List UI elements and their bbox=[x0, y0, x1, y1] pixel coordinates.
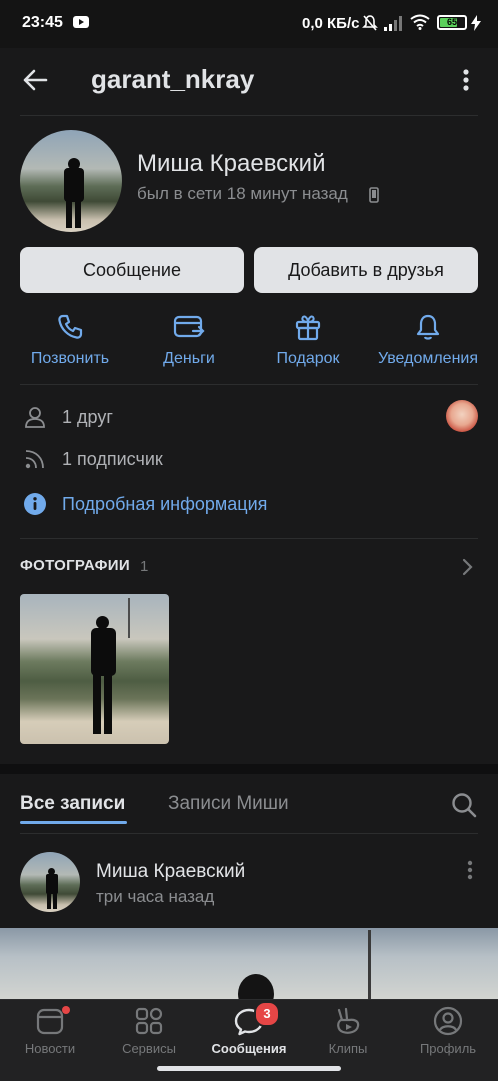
divider bbox=[20, 833, 478, 834]
friend-avatar[interactable] bbox=[446, 400, 478, 432]
divider bbox=[20, 115, 478, 116]
nav-profile[interactable]: Профиль bbox=[398, 1006, 498, 1056]
profile-avatar[interactable] bbox=[20, 130, 122, 232]
bell-icon bbox=[368, 312, 488, 342]
status-time: 23:45 bbox=[22, 14, 63, 31]
tab-own-posts[interactable]: Записи Миши bbox=[168, 793, 289, 815]
post-author-name[interactable]: Миша Краевский bbox=[96, 861, 245, 883]
nav-profile-label: Профиль bbox=[419, 1041, 477, 1056]
active-tab-indicator bbox=[20, 821, 127, 824]
silent-icon bbox=[362, 14, 378, 32]
more-vertical-icon[interactable] bbox=[462, 68, 470, 94]
profile-icon bbox=[398, 1006, 498, 1036]
youtube-notification-icon bbox=[73, 16, 89, 28]
nav-messages-label: Сообщения bbox=[211, 1041, 287, 1056]
wifi-icon bbox=[410, 14, 430, 30]
followers-count: 1 подписчик bbox=[62, 448, 163, 469]
battery-indicator: 65 bbox=[437, 15, 467, 30]
nav-services[interactable]: Сервисы bbox=[99, 1006, 199, 1056]
gift-icon bbox=[248, 312, 368, 342]
details-row[interactable]: Подробная информация bbox=[22, 489, 267, 519]
nav-news[interactable]: Новости bbox=[0, 1006, 100, 1056]
home-indicator[interactable] bbox=[157, 1066, 341, 1071]
nav-services-label: Сервисы bbox=[122, 1041, 176, 1056]
divider bbox=[20, 538, 478, 539]
top-bar: garant_nkray bbox=[0, 48, 498, 112]
money-label: Деньги bbox=[163, 350, 215, 367]
signal-icon bbox=[384, 15, 404, 31]
post-timestamp: три часа назад bbox=[96, 887, 215, 906]
nav-news-label: Новости bbox=[24, 1041, 76, 1056]
post-more-icon[interactable] bbox=[466, 860, 474, 882]
details-link[interactable]: Подробная информация bbox=[62, 494, 267, 515]
call-label: Позвонить bbox=[30, 350, 110, 367]
add-friend-button[interactable]: Добавить в друзья bbox=[254, 247, 478, 293]
rss-icon bbox=[22, 448, 48, 470]
money-action[interactable]: Деньги bbox=[129, 312, 249, 368]
money-card-icon bbox=[129, 312, 249, 342]
call-action[interactable]: Позвонить bbox=[10, 312, 130, 368]
search-icon[interactable] bbox=[451, 792, 477, 818]
network-speed: 0,0 КБ/с bbox=[302, 15, 360, 32]
post-image[interactable] bbox=[0, 928, 498, 1000]
status-bar: 23:45 0,0 КБ/с 65 bbox=[0, 0, 498, 48]
notifications-label: Уведомления bbox=[377, 350, 479, 367]
message-button[interactable]: Сообщение bbox=[20, 247, 244, 293]
gift-label: Подарок bbox=[276, 350, 340, 367]
divider bbox=[20, 384, 478, 385]
nav-clips[interactable]: Клипы bbox=[298, 1006, 398, 1056]
page-title: garant_nkray bbox=[91, 64, 255, 94]
friends-row[interactable]: 1 друг bbox=[22, 402, 113, 432]
nav-messages[interactable]: 3 Сообщения bbox=[199, 1001, 299, 1056]
mobile-device-icon bbox=[369, 187, 379, 203]
messages-badge: 3 bbox=[254, 1001, 280, 1027]
arrow-left-icon[interactable] bbox=[22, 67, 48, 93]
followers-row[interactable]: 1 подписчик bbox=[22, 444, 163, 474]
phone-icon bbox=[10, 312, 130, 342]
friends-count: 1 друг bbox=[62, 406, 113, 427]
gift-action[interactable]: Подарок bbox=[248, 312, 368, 368]
photos-count: 1 bbox=[140, 558, 149, 575]
post-author-avatar[interactable] bbox=[20, 852, 80, 912]
nav-clips-label: Клипы bbox=[328, 1041, 368, 1056]
news-unread-dot bbox=[62, 1006, 70, 1014]
last-seen-status: был в сети 18 минут назад bbox=[137, 184, 348, 203]
clips-icon bbox=[298, 1006, 398, 1036]
news-icon bbox=[0, 1006, 100, 1036]
charging-icon bbox=[471, 15, 481, 31]
photos-title[interactable]: ФОТОГРАФИИ bbox=[20, 557, 130, 574]
info-icon bbox=[22, 492, 48, 516]
services-grid-icon bbox=[99, 1006, 199, 1036]
user-icon bbox=[22, 406, 48, 428]
tab-all-posts[interactable]: Все записи bbox=[20, 793, 125, 815]
notifications-action[interactable]: Уведомления bbox=[368, 312, 488, 368]
photo-thumbnail[interactable] bbox=[20, 594, 169, 744]
battery-level: 65 bbox=[446, 17, 457, 27]
chevron-right-icon[interactable] bbox=[461, 558, 473, 576]
profile-name: Миша Краевский bbox=[137, 150, 326, 177]
messages-icon: 3 bbox=[199, 1001, 299, 1036]
section-separator bbox=[0, 764, 498, 774]
